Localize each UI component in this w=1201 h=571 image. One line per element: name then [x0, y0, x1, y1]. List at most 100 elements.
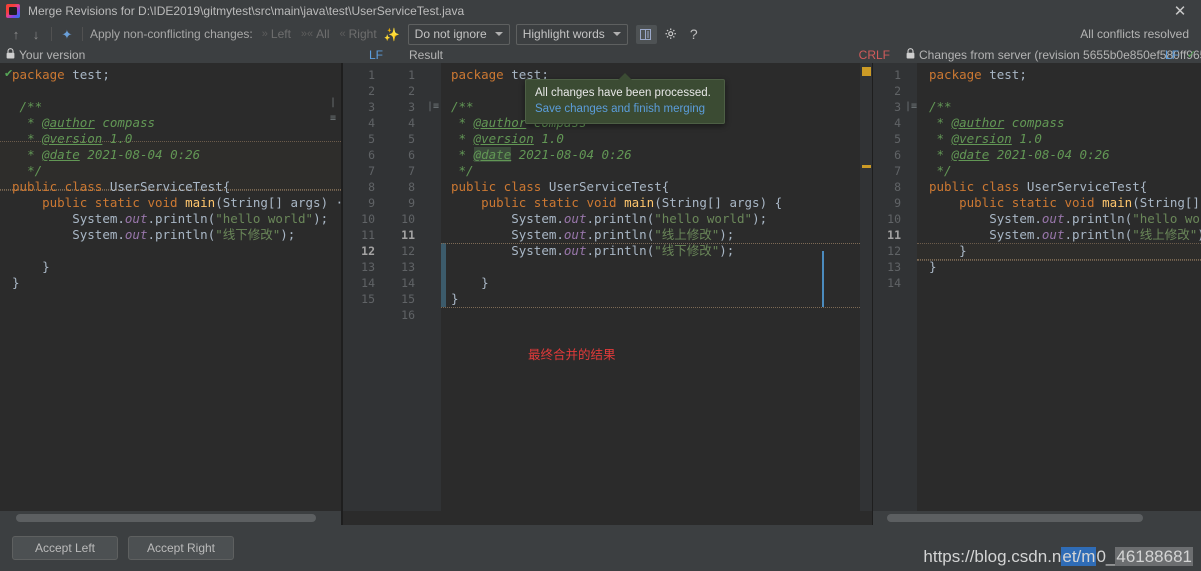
right-line-separator-label: LF: [1164, 47, 1179, 62]
line-number: 1: [368, 68, 375, 82]
line-number: 1: [894, 68, 901, 82]
ignore-policy-select[interactable]: Do not ignore: [407, 23, 510, 45]
line-number: 4: [408, 116, 415, 130]
ignore-policy-value: Do not ignore: [414, 27, 487, 41]
fold-marker-icon: |≡: [905, 101, 918, 112]
settings-gear-icon[interactable]: [663, 27, 681, 41]
line-number: 5: [368, 132, 375, 146]
merge-panes: ✔ |≡ package test; /** * @author compass…: [0, 63, 1201, 525]
lock-glyph: [6, 47, 15, 58]
line-number: 3: [368, 100, 375, 114]
result-horizontal-scrollbar[interactable]: [343, 511, 872, 525]
previous-difference-icon[interactable]: ↑: [6, 24, 26, 44]
pane-headers: Your version LF Result CRLF Changes from…: [0, 46, 1201, 63]
collapse-unchanged-icon[interactable]: [635, 24, 657, 44]
change-marker-line[interactable]: [862, 165, 871, 168]
line-number: 2: [894, 84, 901, 98]
current-change-bar: [441, 243, 446, 307]
apply-right-label: Right: [348, 27, 377, 41]
right-editor-pane[interactable]: 1 2 3 4 5 6 7 8 9 10 11 12 13 14 |≡ package test; /**…: [873, 63, 1201, 525]
right-pane-header: Changes from server (revision 5655b0e850…: [898, 46, 1201, 63]
chevron-right-icon: »: [261, 28, 268, 40]
apply-all-icon[interactable]: ✦: [57, 24, 77, 44]
result-marker-column[interactable]: [860, 63, 872, 525]
tooltip-line-1: All changes have been processed.: [535, 87, 711, 99]
result-pane-title: Result: [409, 47, 444, 62]
line-number: 7: [368, 164, 375, 178]
line-number: 7: [894, 164, 901, 178]
tooltip-save-link[interactable]: Save changes and finish merging: [535, 101, 715, 117]
watermark-mid: 0_: [1096, 547, 1116, 566]
chevron-both-icon: »«: [300, 28, 314, 40]
window-title: Merge Revisions for D:\IDE2019\gitmytest…: [28, 4, 465, 18]
line-number: 6: [894, 148, 901, 162]
line-number: 11: [401, 228, 415, 242]
line-number: 15: [361, 292, 375, 306]
conflicts-status-label: All conflicts resolved: [1080, 27, 1189, 41]
apply-left-label: Left: [270, 27, 291, 41]
line-number: 13: [361, 260, 375, 274]
lock-icon: [6, 47, 15, 62]
line-number: 4: [368, 116, 375, 130]
line-number: 12: [401, 244, 415, 258]
close-icon[interactable]: ✕: [1159, 0, 1201, 22]
change-marker-block[interactable]: [862, 67, 871, 76]
merge-complete-tooltip: All changes have been processed. Save ch…: [525, 73, 725, 124]
watermark-highlight-1: et/m: [1061, 547, 1097, 566]
left-editor-pane[interactable]: ✔ |≡ package test; /** * @author compass…: [0, 63, 342, 525]
toolbar-separator-1: [51, 27, 52, 41]
line-number: 9: [894, 196, 901, 210]
result-code-text: package test; /** * @author compass * @v…: [451, 67, 783, 306]
watermark-prefix: https://blog.csdn.n: [923, 547, 1062, 566]
line-number: 16: [401, 308, 415, 322]
chevron-down-icon: [494, 32, 503, 36]
left-code-text: package test; /** * @author compass * @v…: [12, 67, 341, 290]
scrollbar-thumb[interactable]: [16, 514, 316, 522]
next-difference-icon[interactable]: ↓: [26, 24, 46, 44]
lock-glyph: [906, 47, 915, 58]
line-number: 6: [408, 148, 415, 162]
line-number: 3: [408, 100, 415, 114]
merge-toolbar: ↑ ↓ ✦ Apply non-conflicting changes: » L…: [0, 22, 1201, 46]
accept-right-button[interactable]: Accept Right: [128, 536, 234, 560]
columns-glyph: [640, 28, 652, 40]
fold-marker-icon: |≡: [427, 101, 440, 112]
line-number: 14: [361, 276, 375, 290]
line-number: 3: [894, 100, 901, 114]
result-editor-pane[interactable]: 1 2 3 4 5 6 7 8 9 10 11 12 13 14 15 1 2 3 4 5 6 7 8 9 10 11 12 13 1…: [342, 63, 873, 525]
line-number: 7: [408, 164, 415, 178]
line-number: 8: [408, 180, 415, 194]
line-number: 11: [361, 228, 375, 242]
line-number: 9: [368, 196, 375, 210]
right-horizontal-scrollbar[interactable]: [873, 511, 1201, 525]
accept-left-button[interactable]: Accept Left: [12, 536, 118, 560]
line-number: 12: [361, 244, 375, 258]
line-number: 8: [894, 180, 901, 194]
right-code-text: package test; /** * @author compass * @v…: [929, 67, 1201, 274]
line-number: 13: [401, 260, 415, 274]
text-caret: [822, 251, 824, 307]
line-number: 14: [401, 276, 415, 290]
magic-resolve-icon[interactable]: ✨: [382, 24, 402, 44]
highlight-policy-value: Highlight words: [522, 27, 605, 41]
line-number: 1: [408, 68, 415, 82]
right-pane-title: Changes from server (revision 5655b0e850…: [919, 47, 1201, 62]
window-title-bar: Merge Revisions for D:\IDE2019\gitmytest…: [0, 0, 1201, 22]
intellij-idea-icon: [6, 4, 20, 18]
middle-pane-header: LF Result CRLF: [347, 46, 898, 63]
apply-right-button[interactable]: « Right: [340, 27, 377, 41]
line-number: 15: [401, 292, 415, 306]
watermark-url: https://blog.csdn.net/m0_46188681: [923, 547, 1193, 567]
chevron-down-icon: [612, 32, 621, 36]
left-pane-header: Your version: [0, 46, 347, 63]
line-number: 2: [368, 84, 375, 98]
scrollbar-thumb[interactable]: [887, 514, 1143, 522]
left-horizontal-scrollbar[interactable]: [0, 511, 341, 525]
help-icon[interactable]: ?: [687, 26, 701, 42]
apply-left-button[interactable]: » Left: [262, 27, 291, 41]
apply-nonconflicting-label: Apply non-conflicting changes:: [90, 27, 253, 41]
apply-all-button[interactable]: »« All: [301, 27, 330, 41]
result-line-separator-label: CRLF: [858, 47, 890, 62]
line-number: 12: [887, 244, 901, 258]
highlight-policy-select[interactable]: Highlight words: [515, 23, 628, 45]
